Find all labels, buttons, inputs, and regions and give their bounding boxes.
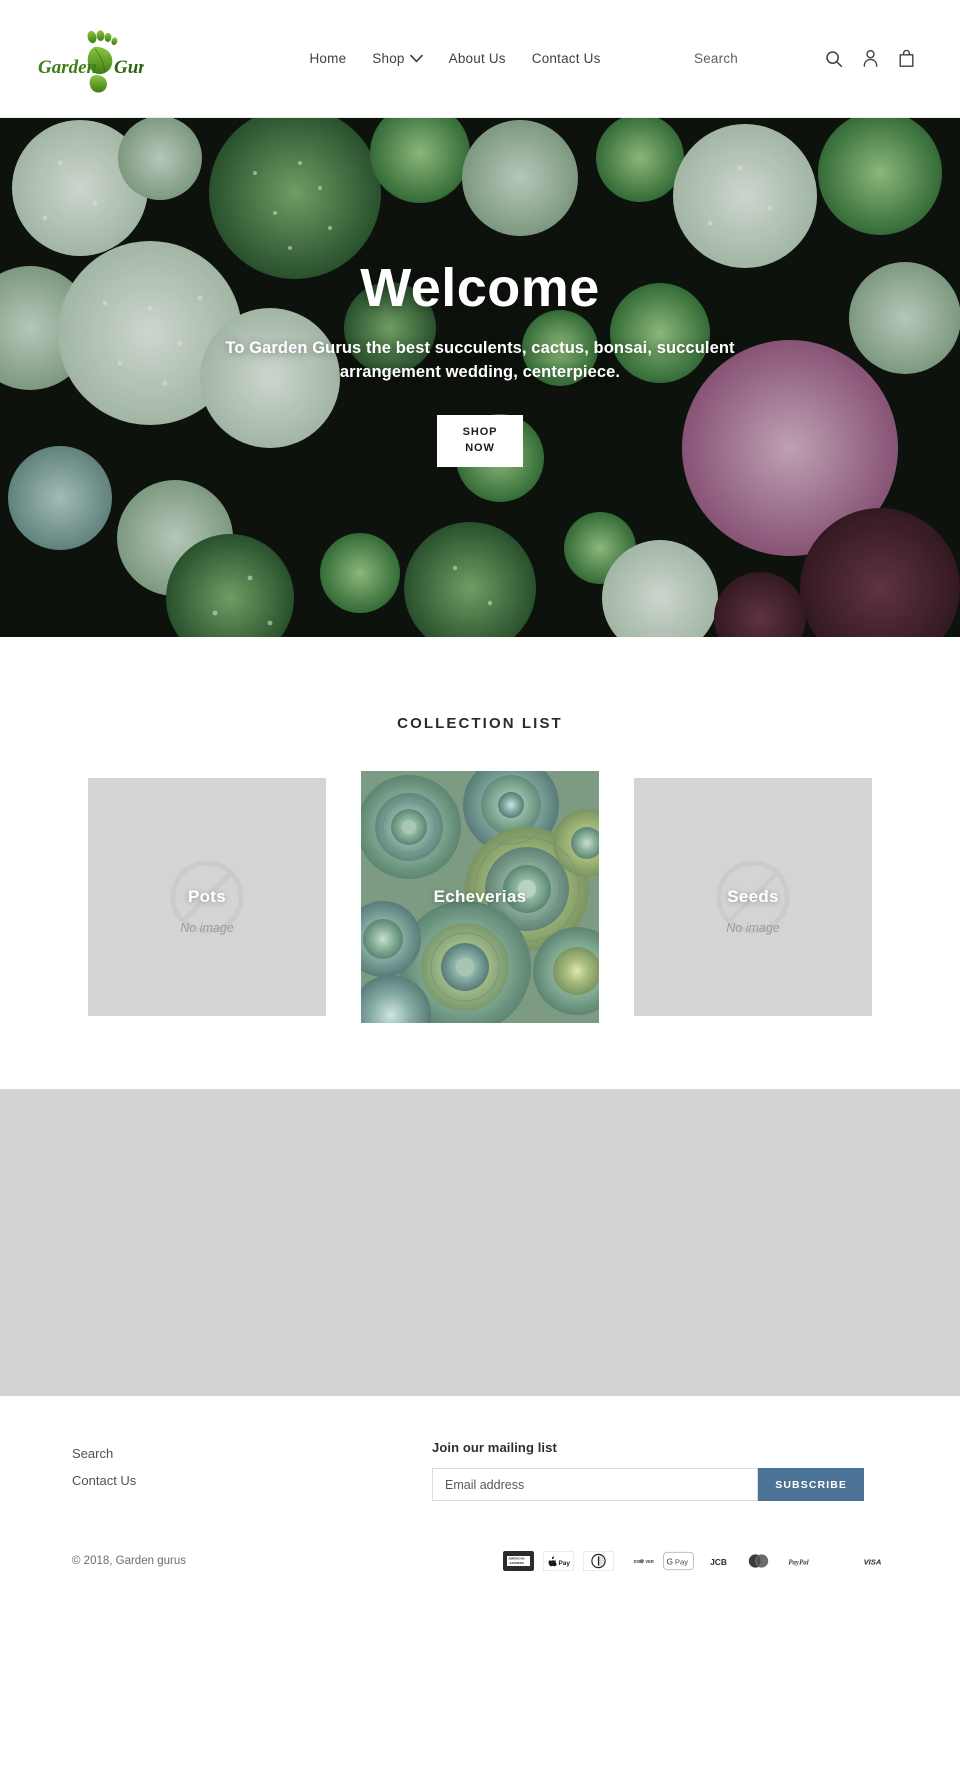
no-image-text: No image [726,920,780,935]
search-button[interactable] [816,41,852,77]
garden-guru-logo-icon: Garden Guru [38,29,144,92]
footer-link-contact-us[interactable]: Contact Us [72,1467,432,1494]
site-logo[interactable]: Garden Guru [36,25,156,93]
svg-text:VISA: VISA [864,1557,882,1566]
nav-item-about-us[interactable]: About Us [449,51,506,66]
newsletter-signup: Join our mailing list SUBSCRIBE [432,1440,864,1501]
hero-content: Welcome To Garden Gurus the best succule… [0,118,960,637]
svg-text:G: G [667,1558,673,1567]
cart-icon [898,49,915,68]
shop-now-line2: NOW [465,441,495,454]
svg-text:EXPRESS: EXPRESS [510,1561,524,1565]
footer-bottom: © 2018, Garden gurus AMERICAN EXPRESS Pa… [72,1537,888,1597]
nav-label: Shop [372,51,405,66]
account-icon [862,49,879,68]
collection-list-section: COLLECTION LIST Pots No image Echeverias… [0,637,960,1089]
nav-item-contact-us[interactable]: Contact Us [532,51,601,66]
collection-card-label: Echeverias [433,887,527,906]
nav-label: Contact Us [531,51,601,66]
search-text-link[interactable]: Search [694,51,738,66]
svg-text:AMERICAN: AMERICAN [508,1557,524,1561]
svg-text:PayPal: PayPal [788,1559,808,1566]
header-actions: Search [694,41,924,77]
nav-label: About Us [448,51,506,66]
account-button[interactable] [852,41,888,77]
content-placeholder-block [0,1089,960,1396]
hero-title: Welcome [360,258,600,319]
hero-banner: Welcome To Garden Gurus the best succule… [0,118,960,637]
apple-pay-icon: Pay [543,1551,574,1571]
main-navigation: Home Shop About Us Contact Us [216,51,694,66]
svg-text:Garden: Garden [38,57,97,78]
nav-item-home[interactable]: Home [309,51,346,66]
collection-card-echeverias[interactable]: Echeverias [361,771,599,1023]
collection-card-pots[interactable]: Pots No image [88,778,326,1016]
newsletter-title: Join our mailing list [432,1440,557,1455]
site-footer: Search Contact Us Join our mailing list … [0,1396,960,1597]
svg-text:Pay: Pay [559,1560,571,1567]
shop-now-button[interactable]: SHOP NOW [437,414,523,467]
svg-text:Pay: Pay [675,1558,688,1567]
collection-list-title: COLLECTION LIST [397,715,563,732]
no-image-text: No image [180,920,234,935]
hero-subtitle: To Garden Gurus the best succulents, cac… [225,338,735,381]
svg-text:Guru: Guru [114,57,144,78]
svg-text:JCB: JCB [710,1557,727,1567]
visa-icon: VISA [857,1551,888,1571]
shop-now-line1: SHOP [462,425,498,438]
search-icon [825,50,843,68]
jcb-icon: JCB [703,1551,734,1571]
payment-methods: AMERICAN EXPRESS Pay DISC VER G Pay JCB … [452,1551,888,1571]
footer-top: Search Contact Us Join our mailing list … [72,1440,888,1537]
chevron-down-icon [409,51,423,66]
collection-card-label: Pots [187,887,227,906]
mastercard-icon [743,1551,774,1571]
site-header: Garden Guru Home Shop About Us Contact U… [0,0,960,118]
footer-link-search[interactable]: Search [72,1440,432,1467]
collection-grid: Pots No image Echeverias Seeds No image [0,771,960,1023]
cart-button[interactable] [888,41,924,77]
newsletter-form: SUBSCRIBE [432,1468,864,1501]
email-input[interactable] [432,1468,759,1501]
copyright-text: © 2018, Garden gurus [72,1555,186,1567]
paypal-icon: PayPal [783,1551,814,1571]
nav-item-shop[interactable]: Shop [372,51,423,66]
diners-club-icon [583,1551,614,1571]
subscribe-button[interactable]: SUBSCRIBE [758,1468,864,1501]
nav-label: Home [309,51,347,66]
svg-text:VER: VER [645,1559,653,1564]
google-pay-icon: G Pay [663,1551,694,1571]
collection-card-seeds[interactable]: Seeds No image [634,778,872,1016]
footer-link-list: Search Contact Us [72,1440,432,1494]
collection-card-label: Seeds [727,887,779,906]
american-express-icon: AMERICAN EXPRESS [503,1551,534,1571]
discover-icon: DISC VER [623,1551,654,1571]
